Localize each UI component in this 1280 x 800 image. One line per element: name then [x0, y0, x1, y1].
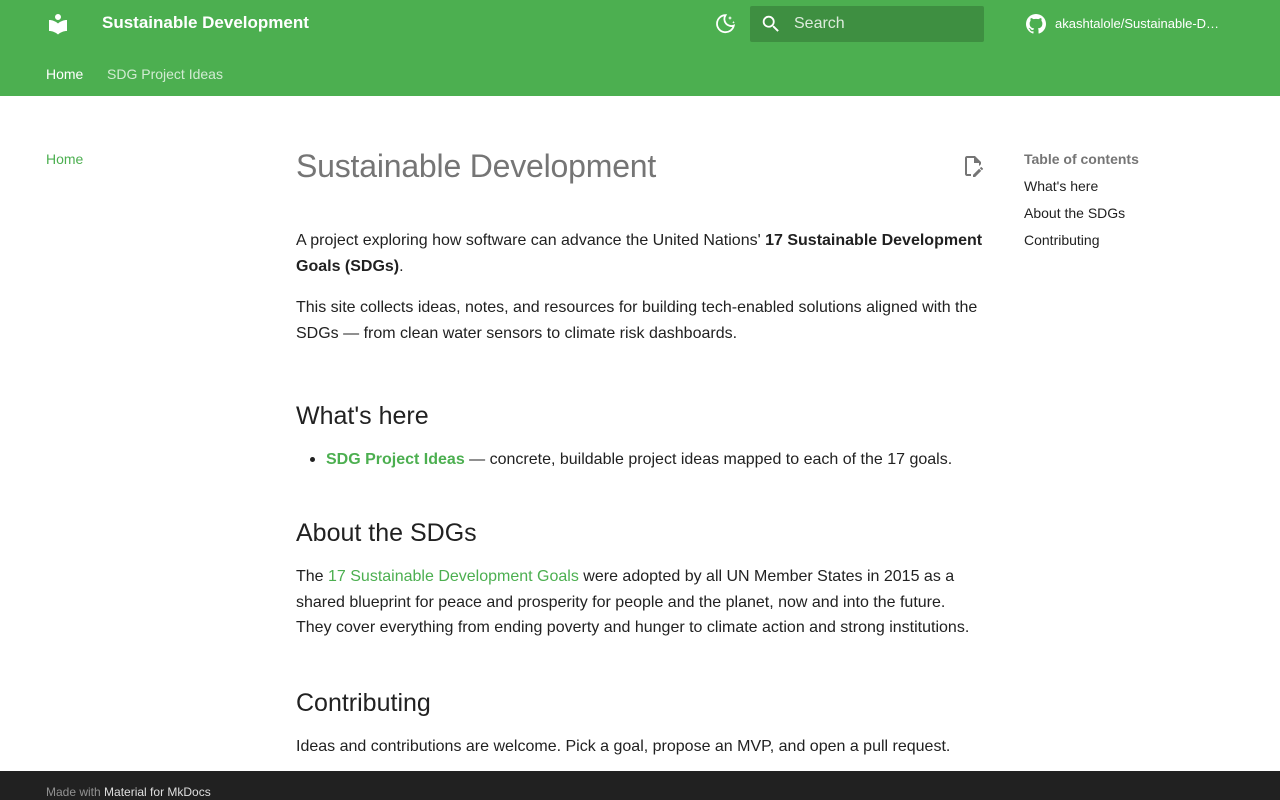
footer-link[interactable]: Material for MkDocs — [104, 785, 211, 799]
toc-item-contributing[interactable]: Contributing — [1024, 231, 1244, 249]
sdg-project-ideas-link[interactable]: SDG Project Ideas — [326, 451, 465, 468]
site-title[interactable]: Sustainable Development — [102, 13, 309, 33]
search-icon[interactable] — [760, 13, 782, 35]
contributing-paragraph: Ideas and contributions are welcome. Pic… — [296, 737, 951, 755]
sdg-goals-link[interactable]: 17 Sustainable Development Goals — [328, 568, 579, 585]
table-of-contents: Table of contents What's here About the … — [1024, 150, 1244, 249]
toc-item-about-sdgs[interactable]: About the SDGs — [1024, 204, 1244, 222]
list-item-text: — concrete, buildable project ideas mapp… — [464, 451, 953, 469]
search-input[interactable] — [794, 6, 974, 42]
moon-icon[interactable] — [713, 12, 737, 36]
about-text-start: The — [296, 567, 329, 585]
intro-text: A project exploring how software can adv… — [296, 232, 766, 249]
repo-link[interactable]: akashtalole/Sustainable-De… — [1024, 12, 1234, 36]
heading-about-sdgs: About the SDGs — [296, 518, 477, 547]
whats-here-list: SDG Project Ideas — concrete, buildable … — [296, 447, 984, 473]
sidebar-item-home[interactable]: Home — [46, 151, 83, 167]
list-item: SDG Project Ideas — concrete, buildable … — [310, 447, 984, 473]
tabs-bar: Home SDG Project Ideas — [0, 48, 1280, 96]
about-paragraph: The 17 Sustainable Development Goals wer… — [296, 564, 984, 641]
toc-title: Table of contents — [1024, 151, 1139, 167]
heading-whats-here: What's here — [296, 402, 429, 431]
heading-contributing: Contributing — [296, 688, 431, 717]
tab-home[interactable]: Home — [46, 66, 83, 82]
intro-paragraph-2: This site collects ideas, notes, and res… — [296, 299, 978, 342]
page-title: Sustainable Development — [296, 148, 657, 184]
footer-prefix: Made with — [46, 785, 101, 799]
toc-item-whats-here[interactable]: What's here — [1024, 177, 1244, 195]
search-box[interactable] — [750, 6, 984, 42]
tab-sdg-project-ideas[interactable]: SDG Project Ideas — [107, 66, 223, 82]
footer-credit: Made with Material for MkDocs — [46, 785, 211, 799]
header: Sustainable Development akashtalole/Sust… — [0, 0, 1280, 48]
github-icon — [1026, 14, 1046, 34]
book-icon[interactable] — [46, 12, 70, 36]
article: Sustainable Development A project explor… — [296, 140, 984, 759]
intro-end: . — [399, 257, 404, 275]
repo-name[interactable]: akashtalole/Sustainable-De… — [1055, 16, 1225, 31]
intro-paragraph: A project exploring how software can adv… — [296, 228, 984, 279]
footer: Made with Material for MkDocs — [0, 771, 1280, 800]
edit-icon[interactable] — [961, 154, 985, 178]
